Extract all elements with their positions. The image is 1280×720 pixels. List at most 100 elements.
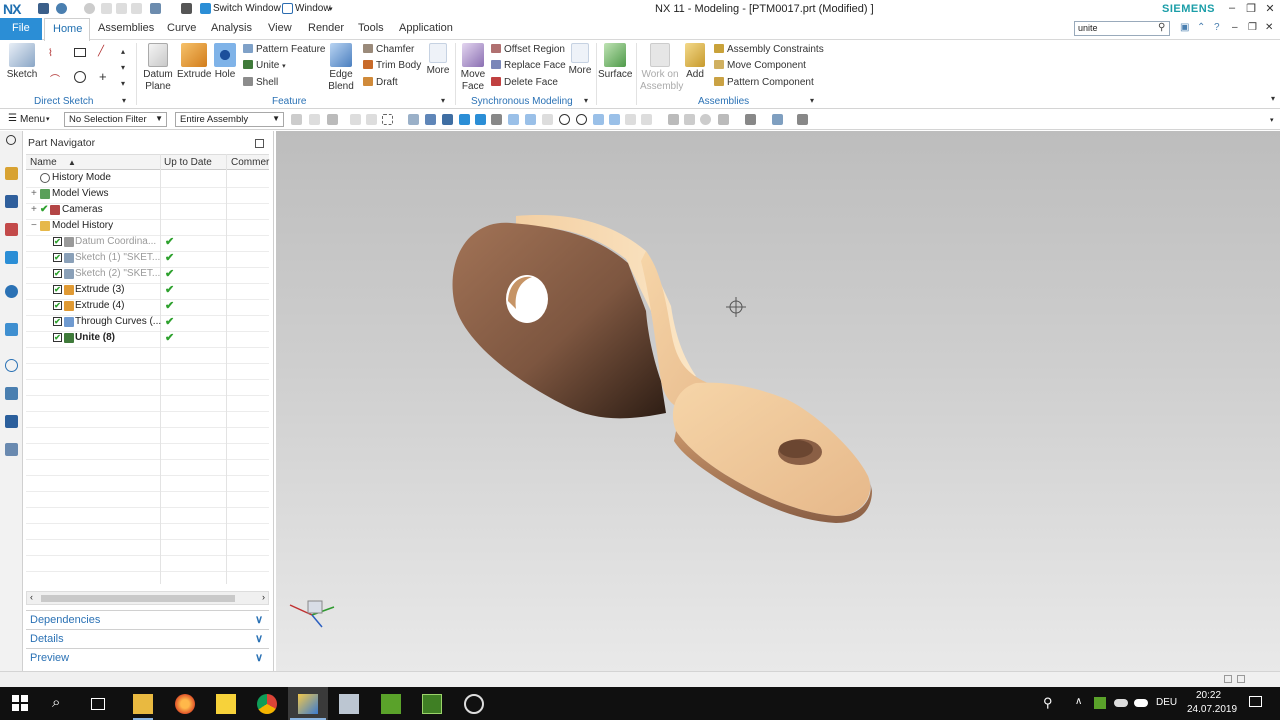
menu-dropdown-arrow[interactable]: ▾: [46, 115, 50, 123]
model-viewport[interactable]: [276, 131, 1280, 671]
touch-mode-icon[interactable]: [181, 3, 192, 14]
face-select-icon[interactable]: [408, 114, 419, 125]
save-icon[interactable]: [38, 3, 49, 14]
scroll-right-arrow[interactable]: ›: [262, 592, 265, 602]
expand-icon[interactable]: +: [31, 188, 37, 199]
tab-render[interactable]: Render: [308, 22, 344, 34]
visibility-checkbox[interactable]: ✔: [53, 237, 62, 246]
tree-row-extrude-3[interactable]: ✔ Extrude (3) ✔: [26, 282, 269, 298]
visibility-checkbox[interactable]: ✔: [53, 317, 62, 326]
process-studio-icon[interactable]: [5, 387, 18, 400]
replace-face-button[interactable]: Replace Face: [491, 60, 566, 71]
visibility-checkbox[interactable]: ✔: [53, 333, 62, 342]
selection-intent-icon[interactable]: [309, 114, 320, 125]
control-point-icon[interactable]: [542, 114, 553, 125]
edge-blend-button[interactable]: Edge Blend: [324, 43, 358, 93]
task-view-icon[interactable]: [91, 698, 105, 710]
panel-details[interactable]: Details ∨: [26, 629, 269, 647]
sketch-gallery-arrow[interactable]: ▾: [121, 79, 125, 88]
work-layer-icon[interactable]: [797, 114, 808, 125]
menu-icon[interactable]: ☰: [8, 113, 17, 124]
sketch-more-arrow-2[interactable]: ▾: [121, 63, 125, 72]
delete-face-button[interactable]: Delete Face: [491, 77, 558, 88]
search-icon[interactable]: ⚲: [1158, 22, 1165, 33]
doc-restore-icon[interactable]: ❐: [1248, 22, 1257, 33]
line-icon[interactable]: ╱: [98, 46, 104, 57]
web-browser-icon[interactable]: [5, 323, 18, 336]
visibility-checkbox[interactable]: ✔: [53, 301, 62, 310]
render-style-icon[interactable]: [745, 114, 756, 125]
assemblies-group-arrow[interactable]: ▾: [810, 96, 814, 105]
tree-row-sketch-1[interactable]: ✔ Sketch (1) "SKET... ✔: [26, 250, 269, 266]
part-navigator-icon[interactable]: [5, 223, 18, 236]
column-header-comment[interactable]: Commer: [231, 157, 269, 168]
datum-plane-button[interactable]: Datum Plane: [140, 43, 176, 93]
chrome-icon[interactable]: [257, 694, 277, 714]
tree-row-extrude-4[interactable]: ✔ Extrude (4) ✔: [26, 298, 269, 314]
help-icon[interactable]: ?: [1214, 22, 1220, 33]
collapse-icon[interactable]: −: [31, 220, 37, 231]
file-explorer-icon[interactable]: [133, 694, 153, 714]
work-on-assembly-button[interactable]: Work on Assembly: [640, 43, 683, 93]
tree-row-unite-8[interactable]: ✔ Unite (8) ✔: [26, 330, 269, 346]
switch-window-button[interactable]: Switch Window: [213, 3, 281, 14]
body-select-icon[interactable]: [425, 114, 436, 125]
search-icon[interactable]: ⌕: [52, 694, 72, 714]
people-icon[interactable]: ⚲: [1043, 695, 1053, 711]
menu-button[interactable]: Menu: [20, 114, 45, 125]
nvidia-icon[interactable]: [381, 694, 401, 714]
window-menu-arrow[interactable]: ▾: [329, 5, 333, 13]
tab-tools[interactable]: Tools: [358, 22, 384, 34]
ribbon-overflow-arrow[interactable]: ▾: [1271, 94, 1275, 103]
sync-more-button[interactable]: More: [566, 43, 594, 76]
undo-icon[interactable]: [56, 3, 67, 14]
paste-icon[interactable]: [131, 3, 142, 14]
feature-more-button[interactable]: More: [424, 43, 452, 76]
scroll-left-arrow[interactable]: ‹: [30, 592, 33, 602]
quadrant-point-icon[interactable]: [576, 114, 587, 125]
sketch-more-arrow[interactable]: ▴: [121, 47, 125, 56]
circle-icon[interactable]: [74, 71, 86, 83]
draft-button[interactable]: Draft: [363, 77, 398, 88]
orient-view-icon[interactable]: [718, 114, 729, 125]
visibility-checkbox[interactable]: ✔: [53, 253, 62, 262]
tree-row-model-history[interactable]: − Model History: [26, 218, 269, 234]
scrollbar-thumb[interactable]: [41, 595, 235, 602]
surface-button[interactable]: Surface: [598, 43, 632, 80]
center-point-icon[interactable]: [559, 114, 570, 125]
snap-icon[interactable]: [327, 114, 338, 125]
curve-select-icon[interactable]: [459, 114, 470, 125]
panel-preview[interactable]: Preview ∨: [26, 648, 269, 666]
hole-button[interactable]: Hole: [212, 43, 238, 80]
copy-icon[interactable]: [116, 3, 127, 14]
shell-button[interactable]: Shell: [243, 77, 278, 88]
tab-application[interactable]: Application: [399, 22, 453, 34]
view-section-icon[interactable]: [772, 114, 783, 125]
rotate-icon[interactable]: [700, 114, 711, 125]
profile-icon[interactable]: ⌇: [48, 48, 53, 59]
roles-icon[interactable]: [5, 443, 18, 456]
graphics-window[interactable]: [276, 131, 1280, 671]
onedrive-icon[interactable]: [1134, 699, 1148, 707]
rectangle-select-icon[interactable]: [382, 114, 393, 125]
visibility-checkbox[interactable]: ✔: [53, 285, 62, 294]
reuse-library-icon[interactable]: [5, 251, 18, 264]
tree-row-through-curves[interactable]: ✔ Through Curves (... ✔: [26, 314, 269, 330]
manufacturing-wizard-icon[interactable]: [5, 415, 18, 428]
nvidia-tray-icon[interactable]: [1094, 697, 1106, 709]
selection-scope-select[interactable]: Entire Assembly ▼: [175, 112, 284, 127]
curve-rule-icon[interactable]: [366, 114, 377, 125]
cloud-icon[interactable]: [1114, 699, 1128, 707]
nvidia-tool-icon[interactable]: [422, 694, 442, 714]
cut-icon[interactable]: [101, 3, 112, 14]
fit-view-icon[interactable]: [668, 114, 679, 125]
settings-icon[interactable]: [6, 135, 16, 145]
tab-analysis[interactable]: Analysis: [211, 22, 252, 34]
repeat-command-icon[interactable]: [150, 3, 161, 14]
point-on-face-icon[interactable]: [625, 114, 636, 125]
unite-button[interactable]: Unite ▾: [243, 60, 286, 71]
command-search-input[interactable]: unite: [1074, 21, 1170, 36]
point-icon[interactable]: +: [99, 69, 107, 84]
extrude-button[interactable]: Extrude: [177, 43, 211, 80]
point-snap-icon[interactable]: [491, 114, 502, 125]
